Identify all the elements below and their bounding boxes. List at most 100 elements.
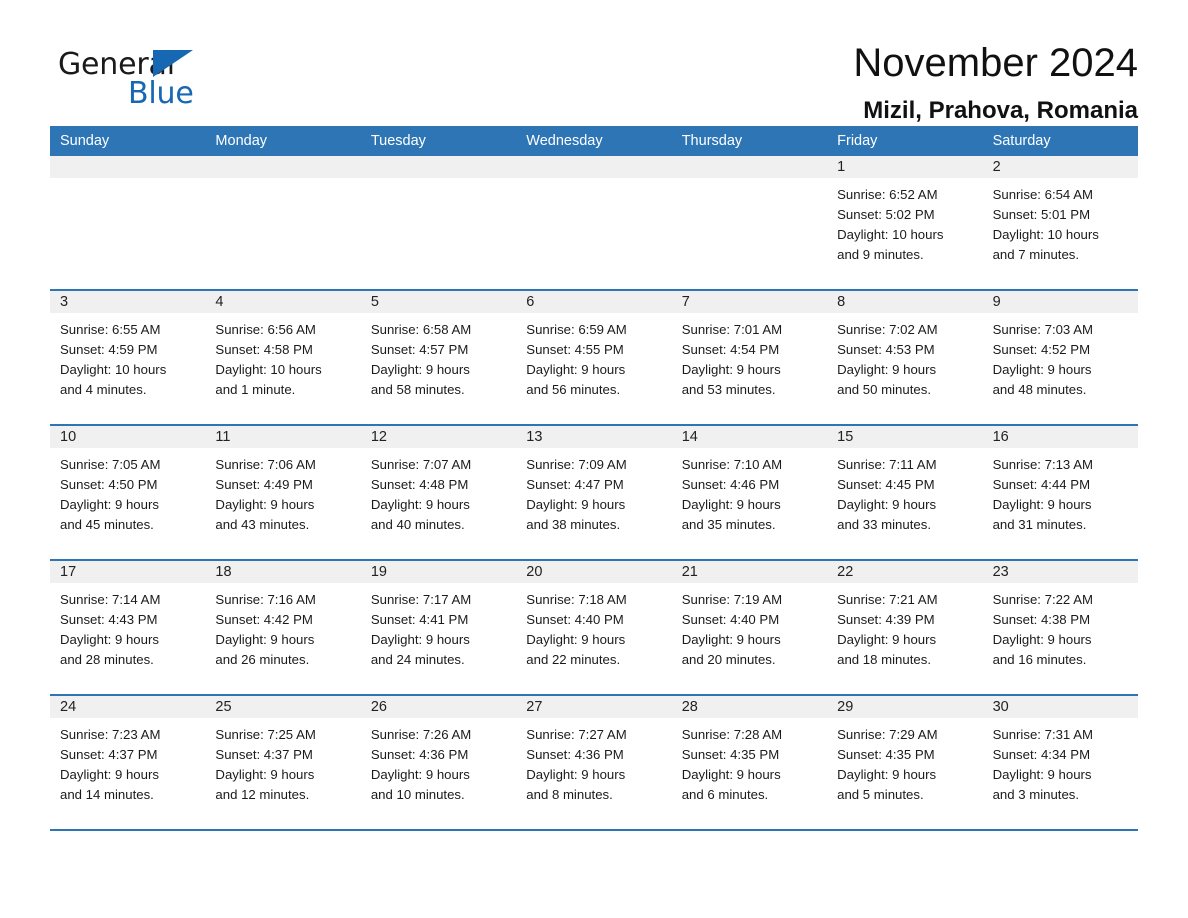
day-number-band: 27 xyxy=(516,696,672,718)
sunrise-text: Sunrise: 7:21 AM xyxy=(837,592,938,607)
sunset-text: Sunset: 4:37 PM xyxy=(215,747,313,762)
day-details: Sunrise: 6:56 AM Sunset: 4:58 PM Dayligh… xyxy=(205,313,360,400)
day-cell[interactable]: 15 Sunrise: 7:11 AM Sunset: 4:45 PM Dayl… xyxy=(827,426,983,559)
daylight-text-line2: and 26 minutes. xyxy=(215,652,310,667)
weekday-thursday: Thursday xyxy=(681,133,743,149)
sunset-text: Sunset: 4:36 PM xyxy=(370,747,469,762)
day-cell[interactable]: 22 Sunrise: 7:21 AM Sunset: 4:39 PM Dayl… xyxy=(827,561,983,694)
sunrise-text: Sunrise: 7:16 AM xyxy=(215,592,316,607)
daylight-text-line2: and 22 minutes. xyxy=(526,652,621,667)
day-cell[interactable]: 10 Sunrise: 7:05 AM Sunset: 4:50 PM Dayl… xyxy=(50,426,206,559)
sunrise-text: Sunrise: 7:07 AM xyxy=(370,457,472,472)
day-details: Sunrise: 7:19 AM Sunset: 4:40 PM Dayligh… xyxy=(672,583,827,670)
day-cell[interactable]: 4 Sunrise: 6:56 AM Sunset: 4:58 PM Dayli… xyxy=(205,291,361,424)
day-number-band: 17 xyxy=(50,561,206,583)
daylight-text-line1: Daylight: 9 hours xyxy=(370,632,470,647)
day-number-band: 16 xyxy=(982,426,1138,448)
day-number: 1 xyxy=(837,159,846,175)
day-number: 28 xyxy=(681,699,698,715)
day-cell[interactable]: 21 Sunrise: 7:19 AM Sunset: 4:40 PM Dayl… xyxy=(671,561,828,694)
day-number-band: 20 xyxy=(516,561,672,583)
day-cell[interactable]: 2 Sunrise: 6:54 AM Sunset: 5:01 PM Dayli… xyxy=(982,156,1138,289)
day-cell[interactable]: 27 Sunrise: 7:27 AM Sunset: 4:36 PM Dayl… xyxy=(516,696,672,829)
daylight-text-line1: Daylight: 10 hours xyxy=(60,362,167,377)
day-cell[interactable]: 18 Sunrise: 7:16 AM Sunset: 4:42 PM Dayl… xyxy=(205,561,361,694)
day-cell[interactable]: 29 Sunrise: 7:29 AM Sunset: 4:35 PM Dayl… xyxy=(827,696,983,829)
day-cell[interactable]: 24 Sunrise: 7:23 AM Sunset: 4:37 PM Dayl… xyxy=(50,696,206,829)
day-cell[interactable]: 23 Sunrise: 7:22 AM Sunset: 4:38 PM Dayl… xyxy=(982,561,1138,694)
day-cell[interactable] xyxy=(50,156,206,289)
week-row: 1 Sunrise: 6:52 AM Sunset: 5:02 PM Dayli… xyxy=(50,156,1138,291)
day-cell[interactable] xyxy=(516,156,672,289)
day-number-band: 7 xyxy=(671,291,828,313)
daylight-text-line1: Daylight: 9 hours xyxy=(60,497,159,512)
daylight-text-line2: and 20 minutes. xyxy=(681,652,776,667)
daylight-text-line1: Daylight: 9 hours xyxy=(370,497,470,512)
daylight-text-line2: and 3 minutes. xyxy=(992,787,1080,802)
day-cell[interactable]: 19 Sunrise: 7:17 AM Sunset: 4:41 PM Dayl… xyxy=(360,561,517,694)
day-cell[interactable]: 5 Sunrise: 6:58 AM Sunset: 4:57 PM Dayli… xyxy=(360,291,517,424)
day-details: Sunrise: 6:55 AM Sunset: 4:59 PM Dayligh… xyxy=(50,313,205,400)
day-cell[interactable]: 25 Sunrise: 7:25 AM Sunset: 4:37 PM Dayl… xyxy=(205,696,361,829)
day-details: Sunrise: 7:28 AM Sunset: 4:35 PM Dayligh… xyxy=(672,718,827,805)
day-cell[interactable]: 8 Sunrise: 7:02 AM Sunset: 4:53 PM Dayli… xyxy=(827,291,983,424)
day-number: 4 xyxy=(215,294,224,310)
day-cell[interactable]: 3 Sunrise: 6:55 AM Sunset: 4:59 PM Dayli… xyxy=(50,291,206,424)
day-cell[interactable] xyxy=(360,156,517,289)
day-cell[interactable] xyxy=(205,156,361,289)
sunrise-text: Sunrise: 7:14 AM xyxy=(60,592,161,607)
daylight-text-line2: and 33 minutes. xyxy=(837,517,931,532)
daylight-text-line1: Daylight: 9 hours xyxy=(215,767,315,782)
general-blue-logo[interactable]: General Blue xyxy=(50,38,230,111)
daylight-text-line2: and 8 minutes. xyxy=(526,787,613,802)
day-cell[interactable]: 7 Sunrise: 7:01 AM Sunset: 4:54 PM Dayli… xyxy=(671,291,828,424)
day-details: Sunrise: 7:31 AM Sunset: 4:34 PM Dayligh… xyxy=(983,718,1138,805)
day-cell[interactable]: 11 Sunrise: 7:06 AM Sunset: 4:49 PM Dayl… xyxy=(205,426,361,559)
sunset-text: Sunset: 4:46 PM xyxy=(681,477,780,492)
day-number: 26 xyxy=(370,699,387,715)
day-number-band: 9 xyxy=(982,291,1138,313)
day-number: 7 xyxy=(681,294,690,310)
daylight-text-line2: and 12 minutes. xyxy=(215,787,310,802)
day-cell[interactable]: 6 Sunrise: 6:59 AM Sunset: 4:55 PM Dayli… xyxy=(516,291,672,424)
sunset-text: Sunset: 4:47 PM xyxy=(526,477,624,492)
day-cell[interactable]: 9 Sunrise: 7:03 AM Sunset: 4:52 PM Dayli… xyxy=(982,291,1138,424)
day-cell[interactable]: 1 Sunrise: 6:52 AM Sunset: 5:02 PM Dayli… xyxy=(827,156,983,289)
day-number-band xyxy=(50,156,206,178)
daylight-text-line1: Daylight: 9 hours xyxy=(370,767,470,782)
sunrise-text: Sunrise: 7:31 AM xyxy=(992,727,1093,742)
day-cell[interactable]: 16 Sunrise: 7:13 AM Sunset: 4:44 PM Dayl… xyxy=(982,426,1138,559)
day-cell[interactable]: 17 Sunrise: 7:14 AM Sunset: 4:43 PM Dayl… xyxy=(50,561,206,694)
day-number-band: 11 xyxy=(205,426,361,448)
day-cell[interactable]: 28 Sunrise: 7:28 AM Sunset: 4:35 PM Dayl… xyxy=(671,696,828,829)
day-cell[interactable]: 13 Sunrise: 7:09 AM Sunset: 4:47 PM Dayl… xyxy=(516,426,672,559)
sunset-text: Sunset: 4:54 PM xyxy=(681,342,780,357)
day-cell[interactable]: 26 Sunrise: 7:26 AM Sunset: 4:36 PM Dayl… xyxy=(360,696,517,829)
sunrise-text: Sunrise: 7:13 AM xyxy=(992,457,1093,472)
daylight-text-line2: and 38 minutes. xyxy=(526,517,621,532)
day-number-band: 3 xyxy=(50,291,206,313)
daylight-text-line1: Daylight: 9 hours xyxy=(526,767,626,782)
day-cell[interactable]: 20 Sunrise: 7:18 AM Sunset: 4:40 PM Dayl… xyxy=(516,561,672,694)
day-number: 3 xyxy=(60,294,69,310)
day-details: Sunrise: 7:07 AM Sunset: 4:48 PM Dayligh… xyxy=(361,448,516,535)
day-number: 30 xyxy=(992,699,1009,715)
day-cell[interactable]: 12 Sunrise: 7:07 AM Sunset: 4:48 PM Dayl… xyxy=(360,426,517,559)
day-cell[interactable]: 14 Sunrise: 7:10 AM Sunset: 4:46 PM Dayl… xyxy=(671,426,828,559)
day-number: 12 xyxy=(370,429,387,445)
day-number-band: 19 xyxy=(360,561,517,583)
day-cell[interactable] xyxy=(671,156,828,289)
sunrise-text: Sunrise: 7:23 AM xyxy=(60,727,161,742)
week-row: 17 Sunrise: 7:14 AM Sunset: 4:43 PM Dayl… xyxy=(50,561,1138,696)
day-number: 18 xyxy=(215,564,232,580)
sunset-text: Sunset: 4:58 PM xyxy=(215,342,313,357)
sunrise-text: Sunrise: 7:05 AM xyxy=(60,457,161,472)
daylight-text-line2: and 9 minutes. xyxy=(837,247,924,262)
day-details: Sunrise: 7:03 AM Sunset: 4:52 PM Dayligh… xyxy=(983,313,1138,400)
day-number: 20 xyxy=(526,564,543,580)
day-cell[interactable]: 30 Sunrise: 7:31 AM Sunset: 4:34 PM Dayl… xyxy=(982,696,1138,829)
sunset-text: Sunset: 5:01 PM xyxy=(992,207,1091,222)
daylight-text-line2: and 56 minutes. xyxy=(526,382,621,397)
sunset-text: Sunset: 4:40 PM xyxy=(526,612,624,627)
weekday-monday: Monday xyxy=(215,133,268,149)
